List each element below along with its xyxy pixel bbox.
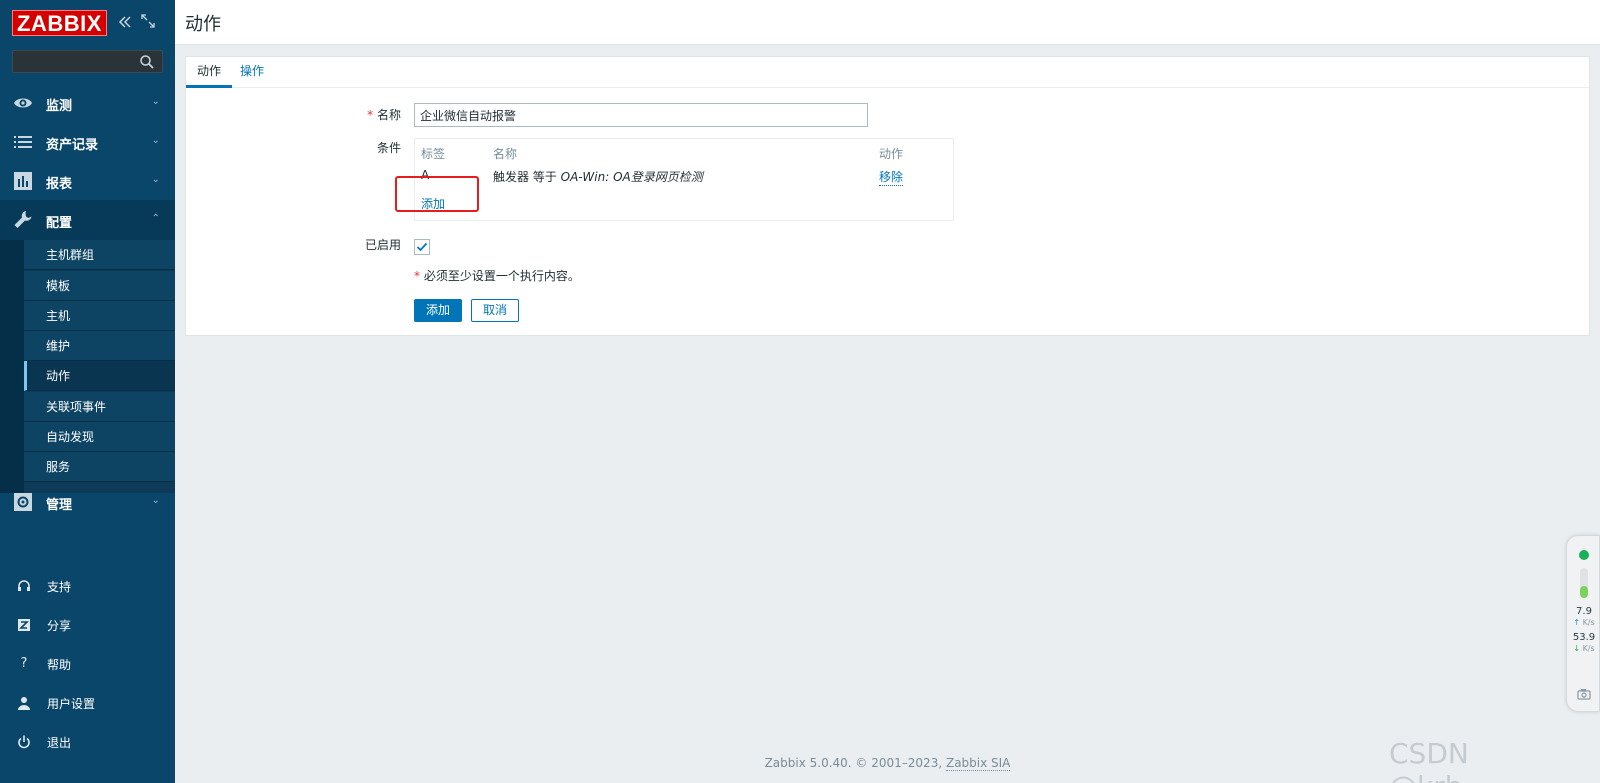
download-speed-value: 53.9 <box>1572 632 1596 643</box>
menu-label: 配置 <box>46 216 73 231</box>
name-field[interactable]: 企业微信自动报警 <box>414 103 868 127</box>
conditions-table: 标签 名称 动作 A 触发器 等于 OA-Win: OA登录网页检测 移除 添加 <box>414 138 954 221</box>
power-icon <box>18 735 30 749</box>
sidebar: ZABBIX 监测 ⌄ 资产记录 ⌄ 报表 ⌄ 配置 ⌃ 主机群组 模板 主机 … <box>0 0 175 783</box>
column-header-tag: 标签 <box>421 147 446 161</box>
column-header-name: 名称 <box>493 147 518 161</box>
submenu-discovery[interactable]: 自动发现 <box>24 422 175 452</box>
download-speed-unit: ↓ K/s <box>1567 644 1600 653</box>
search-icon[interactable] <box>139 54 155 70</box>
enabled-checkbox[interactable] <box>414 239 430 255</box>
sidebar-share[interactable]: 分享 <box>0 610 175 640</box>
upload-speed-unit: ↑ K/s <box>1567 618 1600 627</box>
condition-name: 触发器 等于 OA-Win: OA登录网页检测 <box>493 168 703 185</box>
submenu-services[interactable]: 服务 <box>24 452 175 482</box>
eye-icon <box>14 98 32 108</box>
footer-text: Zabbix 5.0.40. © 2001–2023, <box>764 756 946 770</box>
arrow-down-icon: ↓ <box>1573 644 1581 653</box>
required-marker: * <box>414 269 420 283</box>
double-chevron-left-icon[interactable] <box>117 14 133 33</box>
submenu-event-correlation[interactable]: 关联项事件 <box>24 392 175 422</box>
expand-icon[interactable] <box>141 14 155 31</box>
camera-icon[interactable] <box>1577 688 1591 700</box>
help-label: 帮助 <box>47 658 72 672</box>
search-input[interactable] <box>12 50 163 73</box>
wrench-icon <box>14 211 32 228</box>
sidebar-user-settings[interactable]: 用户设置 <box>0 688 175 718</box>
highlight-annotation-box <box>395 176 479 212</box>
network-speed-widget[interactable]: 7.9 ↑ K/s 53.9 ↓ K/s <box>1566 535 1600 712</box>
menu-label: 资产记录 <box>46 138 99 153</box>
list-icon <box>14 136 32 148</box>
submenu-host-groups[interactable]: 主机群组 <box>24 240 175 270</box>
support-label: 支持 <box>47 580 72 594</box>
page-header: 动作 <box>175 0 1600 45</box>
chevron-down-icon: ⌄ <box>151 174 160 185</box>
action-form-panel: 动作 操作 * 名称 企业微信自动报警 条件 标签 名称 动作 A 触发器 等于… <box>185 56 1590 336</box>
headset-icon <box>18 580 30 591</box>
cog-icon <box>14 493 32 511</box>
share-label: 分享 <box>47 619 72 633</box>
logo-row: ZABBIX <box>12 10 107 36</box>
submenu-strip <box>0 240 24 493</box>
checkmark-icon <box>416 242 428 252</box>
chevron-down-icon: ⌄ <box>151 96 160 107</box>
zabbix-logo[interactable]: ZABBIX <box>12 10 107 36</box>
sidebar-help[interactable]: ? 帮助 <box>0 649 175 679</box>
chevron-down-icon: ⌄ <box>151 495 160 506</box>
sidebar-sign-out[interactable]: 退出 <box>0 727 175 757</box>
required-note: * 必须至少设置一个执行内容。 <box>414 267 580 284</box>
remove-condition-link[interactable]: 移除 <box>879 168 904 186</box>
footer-company-link[interactable]: Zabbix SIA <box>945 756 1011 771</box>
tab-bar: 动作 操作 <box>186 57 1589 88</box>
configuration-submenu: 主机群组 模板 主机 维护 动作 关联项事件 自动发现 服务 <box>0 240 175 493</box>
sidebar-support[interactable]: 支持 <box>0 571 175 601</box>
status-dot <box>1579 550 1589 560</box>
usage-meter <box>1580 568 1588 598</box>
submenu-hosts[interactable]: 主机 <box>24 301 175 331</box>
required-note-text: 必须至少设置一个执行内容。 <box>423 269 580 283</box>
chevron-down-icon: ⌄ <box>151 135 160 146</box>
menu-label: 监测 <box>46 99 73 114</box>
help-icon: ? <box>20 656 28 671</box>
enabled-label: 已启用 <box>364 238 401 252</box>
upload-unit-text: K/s <box>1582 618 1595 627</box>
cancel-button[interactable]: 取消 <box>471 299 519 322</box>
csdn-watermark: CSDN @krb____ <box>1389 737 1519 783</box>
required-marker: * <box>367 108 374 122</box>
chevron-up-icon: ⌃ <box>151 213 160 224</box>
tab-action[interactable]: 动作 <box>186 57 233 88</box>
condition-name-prefix: 触发器 等于 <box>493 170 561 184</box>
download-unit-text: K/s <box>1582 644 1595 653</box>
column-header-action: 动作 <box>879 147 904 161</box>
menu-reports[interactable]: 报表 ⌄ <box>0 161 175 201</box>
upload-speed-value: 7.9 <box>1576 606 1592 617</box>
conditions-label: 条件 <box>376 141 401 155</box>
submenu-maintenance[interactable]: 维护 <box>24 331 175 361</box>
menu-administration[interactable]: 管理 ⌄ <box>0 482 175 522</box>
add-button[interactable]: 添加 <box>414 299 462 322</box>
submenu-templates[interactable]: 模板 <box>24 271 175 301</box>
menu-inventory[interactable]: 资产记录 ⌄ <box>0 122 175 162</box>
name-label-text: 名称 <box>376 108 401 122</box>
name-label: * 名称 <box>306 106 401 123</box>
sign-out-label: 退出 <box>47 736 72 750</box>
condition-trigger-value: OA-Win: OA登录网页检测 <box>560 170 703 184</box>
menu-monitoring[interactable]: 监测 ⌄ <box>0 83 175 123</box>
page-title: 动作 <box>185 14 221 35</box>
user-icon <box>18 697 30 710</box>
menu-label: 管理 <box>46 498 73 513</box>
bar-chart-icon <box>14 172 32 190</box>
share-z-icon <box>18 619 30 631</box>
tab-operations[interactable]: 操作 <box>229 57 275 88</box>
menu-configuration[interactable]: 配置 ⌃ <box>0 200 175 240</box>
menu-label: 报表 <box>46 177 73 192</box>
submenu-actions[interactable]: 动作 <box>24 361 175 391</box>
footer: Zabbix 5.0.40. © 2001–2023, Zabbix SIA <box>175 756 1600 771</box>
arrow-up-icon: ↑ <box>1573 618 1581 627</box>
user-settings-label: 用户设置 <box>47 697 96 711</box>
